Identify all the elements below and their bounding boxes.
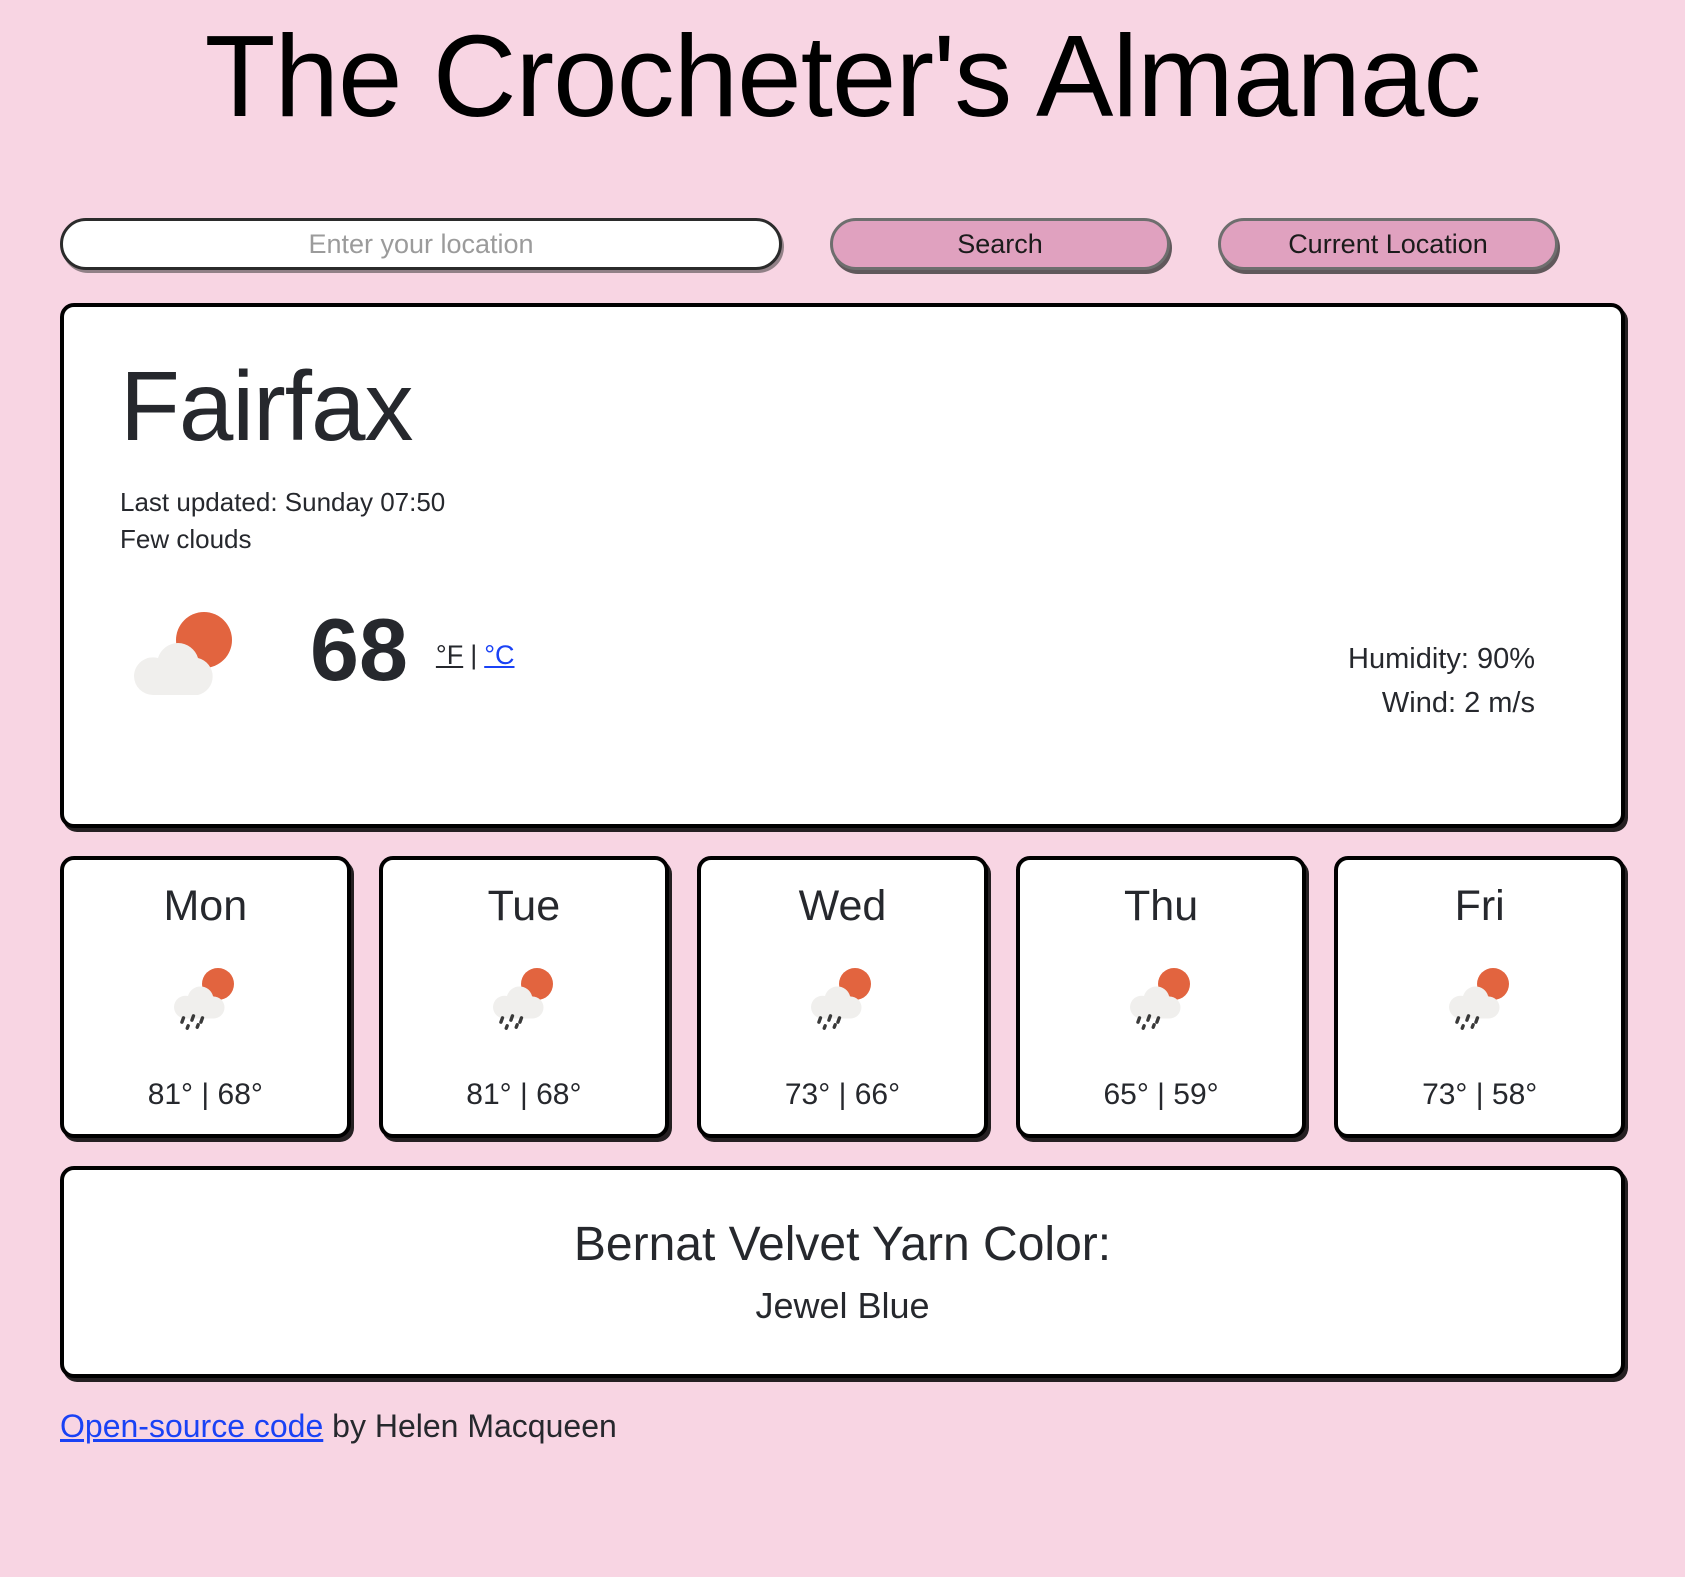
forecast-day-label: Wed — [798, 882, 887, 930]
forecast-card-fri: Fri 73° | 58° — [1334, 856, 1625, 1138]
few-clouds-icon — [120, 600, 252, 700]
forecast-card-wed: Wed 73° | 66° — [697, 856, 988, 1138]
sun-behind-rain-cloud-icon — [1122, 964, 1200, 1031]
wind-text: Wind: 2 m/s — [1381, 687, 1535, 720]
sun-behind-rain-cloud-icon — [1441, 964, 1519, 1031]
forecast-temps: 65° | 59° — [1103, 1078, 1219, 1111]
app-root: The Crocheter's Almanac Search Current L… — [0, 0, 1685, 1577]
forecast-temps: 81° | 68° — [466, 1078, 582, 1111]
forecast-day-label: Fri — [1454, 882, 1505, 930]
forecast-temps: 81° | 68° — [147, 1078, 263, 1111]
search-bar: Search Current Location — [60, 218, 1625, 270]
sun-behind-rain-cloud-icon — [803, 964, 881, 1031]
search-input[interactable] — [60, 218, 782, 270]
current-meta: Last updated: Sunday 07:50 Few clouds — [120, 484, 1565, 558]
sun-behind-rain-cloud-icon — [166, 964, 244, 1031]
city-name: Fairfax — [120, 351, 414, 461]
page-title: The Crocheter's Almanac — [204, 11, 1482, 141]
forecast-card-mon: Mon 81° | 68° — [60, 856, 351, 1138]
current-extras: Humidity: 90% Wind: 2 m/s — [1348, 637, 1535, 725]
unit-celsius-link[interactable]: °C — [484, 640, 514, 671]
yarn-color-card: Bernat Velvet Yarn Color: Jewel Blue — [60, 1166, 1625, 1378]
current-weather-card: Fairfax Last updated: Sunday 07:50 Few c… — [60, 303, 1625, 828]
footer: Open-source code by Helen Macqueen — [60, 1408, 1625, 1445]
open-source-code-link[interactable]: Open-source code — [60, 1408, 323, 1444]
forecast-temps: 73° | 66° — [784, 1078, 901, 1111]
forecast-temps: 73° | 58° — [1422, 1078, 1538, 1111]
forecast-card-thu: Thu 65° | 59° — [1015, 856, 1307, 1138]
forecast-day-label: Tue — [487, 882, 561, 930]
forecast-day-label: Mon — [163, 882, 248, 930]
unit-separator: | — [470, 640, 478, 671]
unit-fahrenheit-link[interactable]: °F — [436, 640, 463, 671]
yarn-color-name: Jewel Blue — [755, 1284, 930, 1326]
forecast-row: Mon 81° | 68° Tue 81° | 68° Wed 73° | 66… — [60, 856, 1625, 1138]
humidity-text: Humidity: 90% — [1348, 643, 1535, 675]
forecast-card-tue: Tue 81° | 68° — [378, 856, 670, 1138]
search-button[interactable]: Search — [830, 218, 1170, 270]
forecast-day-label: Thu — [1124, 882, 1199, 930]
yarn-color-title: Bernat Velvet Yarn Color: — [573, 1217, 1112, 1271]
unit-toggle: °F | °C — [436, 640, 515, 671]
footer-credit-text: by Helen Macqueen — [323, 1408, 617, 1444]
current-temperature: 68 — [310, 599, 408, 699]
sun-behind-rain-cloud-icon — [485, 964, 563, 1031]
current-location-button[interactable]: Current Location — [1218, 218, 1558, 270]
condition-text: Few clouds — [120, 523, 252, 554]
last-updated-text: Last updated: Sunday 07:50 — [120, 486, 446, 517]
